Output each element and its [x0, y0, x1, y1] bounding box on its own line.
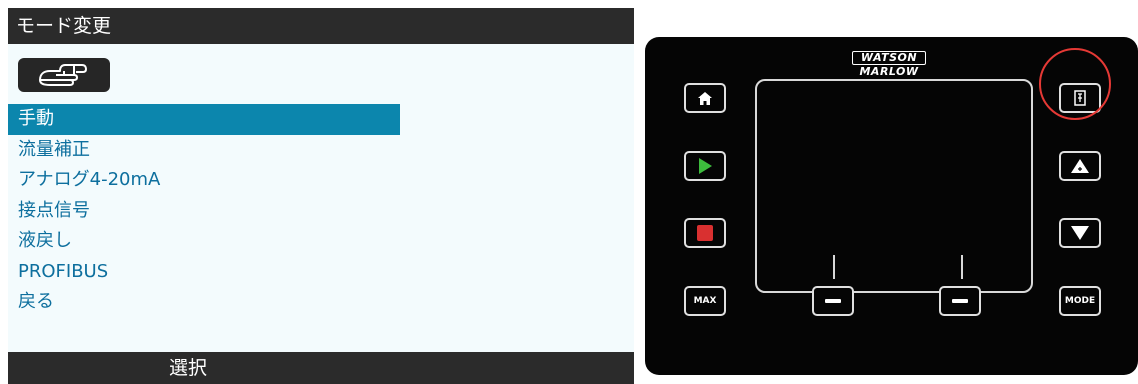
- mode-menu: 手動 流量補正 アナログ4-20mA 接点信号 液戻し PROFIBUS 戻る: [8, 104, 634, 318]
- up-button[interactable]: [1059, 151, 1101, 181]
- brand-line-1: WATSON: [852, 51, 926, 65]
- select-softkey-label: 選択: [168, 357, 207, 379]
- minus-icon: [952, 299, 968, 303]
- softkey-right-connector: [961, 255, 963, 279]
- pump-display-screen: モード変更 手動 流量補正 アナログ4-20mA 接点信号 液戻し PROFIB…: [8, 8, 634, 384]
- softkey-left-connector: [833, 255, 835, 279]
- down-button[interactable]: [1059, 218, 1101, 248]
- softkey-right-button[interactable]: [939, 286, 981, 316]
- screen-title-bar: モード変更: [8, 8, 634, 44]
- play-icon: [699, 158, 712, 174]
- lcd-window: [755, 79, 1033, 293]
- softkey-left-button[interactable]: [812, 286, 854, 316]
- menu-item-flow-calibration[interactable]: 流量補正: [8, 135, 400, 166]
- start-button[interactable]: [684, 151, 726, 181]
- stop-button[interactable]: [684, 218, 726, 248]
- down-arrow-icon: [1071, 226, 1089, 240]
- max-label: MAX: [693, 296, 717, 306]
- stop-icon: [697, 225, 713, 241]
- highlight-circle: [1039, 48, 1111, 120]
- menu-item-reverse-flow[interactable]: 液戻し: [8, 226, 400, 257]
- screen-title: モード変更: [16, 15, 112, 37]
- mode-button[interactable]: MODE: [1059, 286, 1101, 316]
- hand-pointing-icon-svg: [39, 64, 87, 86]
- up-arrow-icon: [1071, 159, 1089, 173]
- menu-item-manual[interactable]: 手動: [8, 104, 400, 135]
- mode-label: MODE: [1064, 296, 1096, 306]
- menu-item-analog-4-20ma[interactable]: アナログ4-20mA: [8, 165, 400, 196]
- menu-item-contact-signal[interactable]: 接点信号: [8, 196, 400, 227]
- home-button[interactable]: [684, 83, 726, 113]
- menu-item-profibus[interactable]: PROFIBUS: [8, 257, 400, 288]
- brand-line-2: MARLOW: [859, 65, 919, 78]
- minus-icon: [825, 299, 841, 303]
- hand-pointing-icon: [18, 58, 110, 92]
- home-icon: [698, 91, 712, 105]
- softkey-label-bar: 選択: [8, 352, 634, 384]
- watson-marlow-logo: WATSON MARLOW: [852, 51, 926, 78]
- max-button[interactable]: MAX: [684, 286, 726, 316]
- menu-item-back[interactable]: 戻る: [8, 287, 400, 318]
